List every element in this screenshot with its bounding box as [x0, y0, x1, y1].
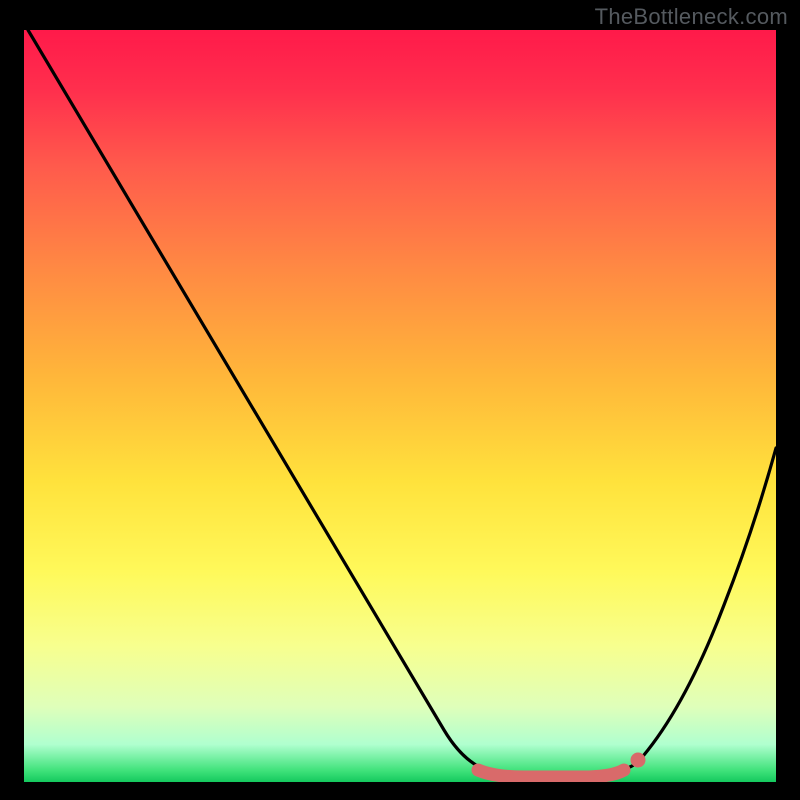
plot-area	[24, 30, 776, 782]
curve-svg	[24, 30, 776, 782]
selected-point-marker	[631, 753, 646, 768]
optimal-range-highlight	[478, 770, 624, 777]
chart-container: TheBottleneck.com	[0, 0, 800, 800]
bottleneck-curve	[28, 30, 776, 774]
attribution-text: TheBottleneck.com	[595, 4, 788, 30]
